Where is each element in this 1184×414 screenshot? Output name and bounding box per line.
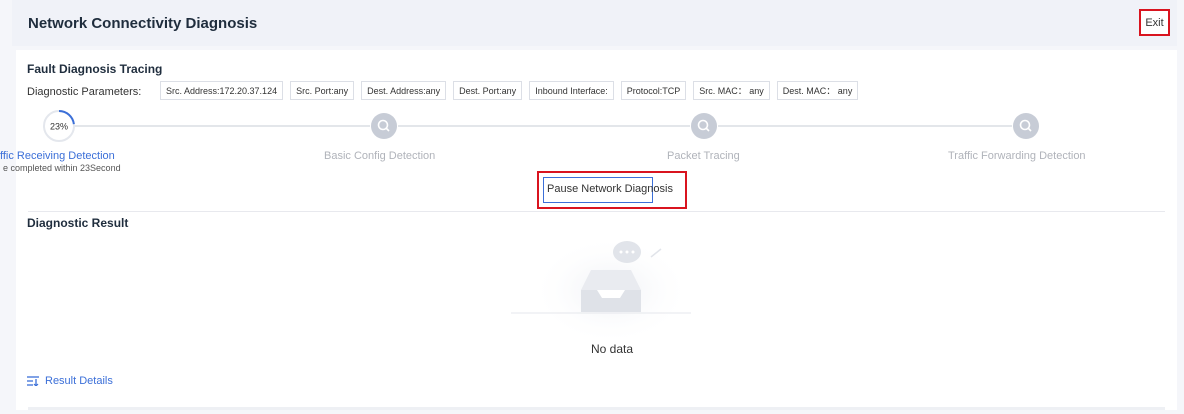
- diagnosis-panel: Fault Diagnosis Tracing Diagnostic Param…: [0, 50, 1177, 410]
- param-chip-src-address: Src. Address:172.20.37.124: [160, 81, 284, 100]
- diagnosis-steps: 23%: [43, 110, 1039, 142]
- no-data-text: No data: [590, 342, 634, 356]
- diagnostic-params-label: Diagnostic Parameters:: [27, 86, 142, 98]
- pause-button-label: Pause Network Diagnosis: [547, 183, 673, 195]
- step-label-packet-tracing: Packet Tracing: [667, 150, 740, 162]
- param-chip-dest-port: Dest. Port:any: [453, 81, 523, 100]
- step-progress-ring: 23%: [43, 110, 75, 142]
- pause-diagnosis-button[interactable]: Pause Network Diagnosis: [537, 171, 687, 209]
- fault-tracing-title: Fault Diagnosis Tracing: [27, 62, 163, 76]
- page-title: Network Connectivity Diagnosis: [28, 15, 258, 32]
- list-filter-icon: [27, 376, 39, 386]
- diagnostic-result-title: Diagnostic Result: [27, 216, 129, 230]
- step-icon-traffic-forwarding: [1013, 113, 1039, 139]
- param-chip-src-port: Src. Port:any: [290, 81, 355, 100]
- result-details-label: Result Details: [45, 375, 113, 387]
- param-chips: Src. Address:172.20.37.124 Src. Port:any…: [160, 81, 859, 100]
- step-note: e completed within 23Second: [3, 163, 121, 173]
- param-chip-protocol: Protocol:TCP: [620, 81, 687, 100]
- section-divider: [28, 211, 1165, 212]
- param-chip-dest-mac: Dest. MAC： any: [776, 81, 859, 100]
- step-label-basic-config: Basic Config Detection: [324, 150, 436, 162]
- step-icon-packet-tracing: [691, 113, 717, 139]
- step-label-traffic-receiving: ffic Receiving Detection: [0, 150, 115, 162]
- param-chip-dest-address: Dest. Address:any: [361, 81, 447, 100]
- param-chip-src-mac: Src. MAC： any: [693, 81, 770, 100]
- page-header: Network Connectivity Diagnosis: [12, 0, 1177, 46]
- empty-state-illustration: [511, 235, 691, 340]
- result-details-link[interactable]: Result Details: [27, 375, 113, 387]
- param-chip-inbound-interface: Inbound Interface:: [529, 81, 614, 100]
- step-label-traffic-forwarding: Traffic Forwarding Detection: [948, 150, 1086, 162]
- exit-button[interactable]: Exit: [1139, 9, 1170, 36]
- empty-inbox-icon: [581, 270, 641, 312]
- bottom-border: [28, 407, 1165, 410]
- step-icon-basic-config: [371, 113, 397, 139]
- progress-text: 23%: [50, 122, 68, 132]
